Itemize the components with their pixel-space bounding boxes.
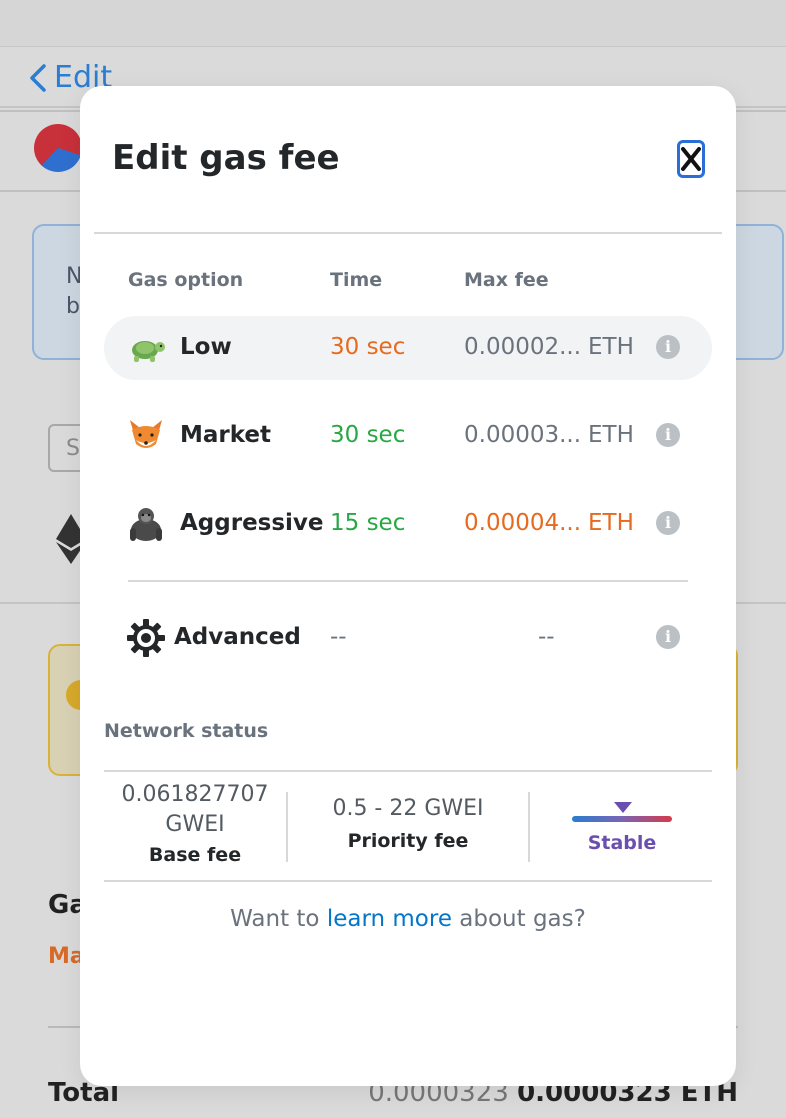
gas-option-name: Aggressive	[180, 510, 324, 536]
status-pointer-icon	[614, 802, 632, 813]
gas-option-time: 30 sec	[330, 334, 406, 360]
status-gradient-bar	[572, 816, 672, 822]
options-divider	[128, 580, 688, 582]
column-header-gas-option: Gas option	[128, 269, 244, 291]
turtle-icon	[132, 341, 165, 362]
base-fee-label: Base fee	[148, 844, 242, 866]
gorilla-icon	[130, 508, 162, 541]
modal-title: Edit gas fee	[112, 138, 340, 178]
gas-option-advanced[interactable]: Advanced -- -- i	[104, 606, 712, 670]
priority-fee-value: 0.5 - 22 GWEI	[332, 796, 484, 821]
network-status-box: 0.061827707 GWEI Base fee 0.5 - 22 GWEI …	[104, 770, 712, 882]
edit-gas-fee-modal: Edit gas fee Gas option Time Max fee Low…	[80, 86, 736, 1086]
status-label: Stable	[587, 832, 657, 854]
priority-fee: 0.5 - 22 GWEI Priority fee	[288, 794, 528, 902]
info-icon[interactable]: i	[656, 625, 680, 649]
learn-more-link[interactable]: learn more	[327, 906, 452, 932]
info-icon[interactable]: i	[656, 335, 680, 359]
close-button[interactable]	[677, 140, 705, 178]
chevron-left-icon	[30, 63, 46, 92]
separator	[528, 792, 530, 862]
gas-option-unit: ETH	[588, 422, 634, 448]
account-avatar	[34, 124, 82, 172]
column-header-time: Time	[330, 269, 383, 291]
priority-fee-label: Priority fee	[347, 830, 469, 852]
learn-more-text: Want to learn more about gas?	[230, 906, 586, 932]
gas-option-low[interactable]: Low 30 sec 0.00002... ETH i	[104, 316, 712, 380]
gas-option-fee: 0.00003...	[464, 422, 582, 448]
network-status-title: Network status	[104, 720, 269, 742]
gas-option-market[interactable]: Market 30 sec 0.00003... ETH i	[104, 404, 712, 468]
gas-option-unit: ETH	[588, 334, 634, 360]
column-header-max-fee: Max fee	[464, 269, 549, 291]
gas-option-fee: --	[538, 624, 555, 650]
gas-option-name: Low	[180, 334, 232, 360]
base-fee: 0.061827707 GWEI Base fee	[104, 780, 286, 888]
base-fee-value: 0.061827707	[121, 782, 269, 807]
info-icon[interactable]: i	[656, 511, 680, 535]
gas-option-fee: 0.00004...	[464, 510, 582, 536]
gas-option-time: --	[330, 624, 347, 650]
gas-option-time: 30 sec	[330, 422, 406, 448]
info-icon[interactable]: i	[656, 423, 680, 447]
gas-option-time: 15 sec	[330, 510, 406, 536]
close-icon	[681, 147, 701, 171]
header-divider	[94, 232, 722, 234]
gas-option-fee: 0.00002...	[464, 334, 582, 360]
base-fee-unit: GWEI	[165, 812, 225, 837]
gas-option-aggressive[interactable]: Aggressive 15 sec 0.00004... ETH i	[104, 492, 712, 556]
gas-option-name: Market	[180, 422, 272, 448]
gas-option-name: Advanced	[174, 624, 301, 650]
gas-option-unit: ETH	[588, 510, 634, 536]
gear-icon	[127, 619, 165, 657]
fox-icon	[130, 420, 162, 448]
